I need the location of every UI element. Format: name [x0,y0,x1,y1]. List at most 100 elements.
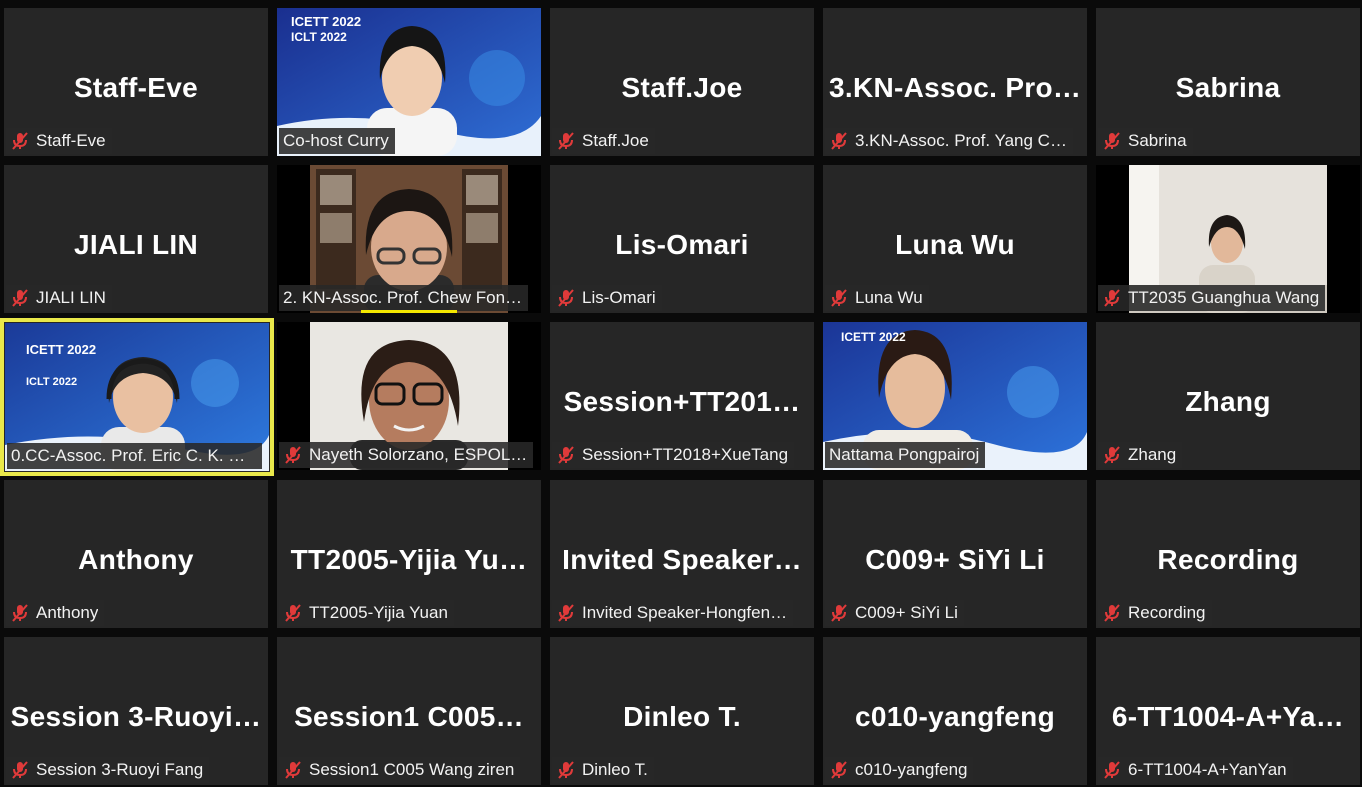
participant-name-bar: Session1 C005 Wang ziren [279,757,521,783]
participant-display-name: JIALI LIN [73,229,199,260]
participant-name: Sabrina [1128,131,1187,150]
participant-tile[interactable]: Invited Speaker… Invited Speaker-Hongfen… [550,480,814,628]
mic-muted-icon [831,132,847,150]
mic-muted-icon [558,132,574,150]
participant-name: TT2005-Yijia Yuan [309,603,448,622]
participant-name-bar: 2. KN-Assoc. Prof. Chew Fon… [279,285,529,311]
participant-tile[interactable]: ICETT 2022 ICLT 2022 Co-host Curry [277,8,541,156]
participant-display-name: TT2005-Yijia Yu… [290,544,528,575]
participant-tile[interactable]: Anthony Anthony [4,480,268,628]
participant-tile[interactable]: TT2035 Guanghua Wang [1096,165,1360,313]
participant-name: Nattama Pongpairoj [829,445,980,464]
participant-display-name: Session+TT201… [563,386,801,417]
mic-muted-icon [285,446,301,464]
mic-muted-icon [12,132,28,150]
participant-tile[interactable]: 6-TT1004-A+Ya… 6-TT1004-A+YanYan [1096,637,1360,785]
participant-display-name: 6-TT1004-A+Ya… [1111,701,1345,732]
participant-display-name: 3.KN-Assoc. Pro… [829,72,1082,103]
mic-muted-icon [12,289,28,307]
participant-tile[interactable]: Session1 C005… Session1 C005 Wang ziren [277,637,541,785]
participant-name-bar: Nayeth Solorzano, ESPOL… [279,442,534,468]
participant-display-name: Invited Speaker… [562,544,802,575]
banner-title-2: ICLT 2022 [26,376,78,388]
participant-name-bar: c010-yangfeng [825,757,974,783]
participant-name: Session+TT2018+XueTang [582,445,789,464]
participant-name-bar: Session+TT2018+XueTang [552,442,795,468]
participant-name-bar: Staff-Eve [6,128,112,154]
participant-display-name: Session1 C005… [294,701,524,732]
participant-display-name: c010-yangfeng [855,701,1055,732]
participant-name: Invited Speaker-Hongfen… [582,603,788,622]
banner-title-1: ICETT 2022 [841,330,906,344]
mic-muted-icon [1104,446,1120,464]
participant-name: Luna Wu [855,288,923,307]
mic-muted-icon [1104,604,1120,622]
mic-muted-icon [1104,289,1120,307]
participant-tile[interactable]: Session+TT201… Session+TT2018+XueTang [550,322,814,470]
mic-muted-icon [1104,761,1120,779]
participant-tile[interactable]: Luna Wu Luna Wu [823,165,1087,313]
participant-name-bar: TT2005-Yijia Yuan [279,600,454,626]
participant-name: 0.CC-Assoc. Prof. Eric C. K. C… [11,446,256,465]
participant-tile[interactable]: Staff-Eve Staff-Eve [4,8,268,156]
participant-tile[interactable]: c010-yangfeng c010-yangfeng [823,637,1087,785]
participant-tile[interactable]: 3.KN-Assoc. Pro… 3.KN-Assoc. Prof. Yang … [823,8,1087,156]
participant-tile[interactable]: 2. KN-Assoc. Prof. Chew Fon… [277,165,541,313]
mic-muted-icon [1104,132,1120,150]
mic-muted-icon [12,761,28,779]
participant-tile[interactable]: Recording Recording [1096,480,1360,628]
participant-name: c010-yangfeng [855,760,968,779]
participant-name-bar: Sabrina [1098,128,1193,154]
participant-name: Anthony [36,603,99,622]
participant-tile[interactable]: Dinleo T. Dinleo T. [550,637,814,785]
participant-tile[interactable]: JIALI LIN JIALI LIN [4,165,268,313]
participant-name-bar: Recording [1098,600,1212,626]
mic-muted-icon [12,604,28,622]
participant-name-bar: C009+ SiYi Li [825,600,964,626]
participant-name-bar: Staff.Joe [552,128,655,154]
participant-tile[interactable]: TT2005-Yijia Yu… TT2005-Yijia Yuan [277,480,541,628]
participant-name: Session1 C005 Wang ziren [309,760,515,779]
participant-name-bar: Luna Wu [825,285,929,311]
mic-muted-icon [831,604,847,622]
participant-tile[interactable]: Zhang Zhang [1096,322,1360,470]
participant-name: C009+ SiYi Li [855,603,958,622]
participant-name-bar: Dinleo T. [552,757,654,783]
participant-tile-active-speaker[interactable]: ICETT 2022 ICLT 2022 0.CC-Assoc. Prof. E… [0,318,274,476]
participant-display-name: Session 3-Ruoyi… [10,701,262,732]
participant-tile[interactable]: ICETT 2022 Nattama Pongpairoj [823,322,1087,470]
participant-tile[interactable]: Lis-Omari Lis-Omari [550,165,814,313]
participant-name-bar: 0.CC-Assoc. Prof. Eric C. K. C… [7,443,262,469]
participant-tile[interactable]: Nayeth Solorzano, ESPOL… [277,322,541,470]
banner-title-1: ICETT 2022 [26,342,97,357]
speaking-indicator [361,310,457,313]
participant-tile[interactable]: Sabrina Sabrina [1096,8,1360,156]
participant-name: Recording [1128,603,1206,622]
mic-muted-icon [558,604,574,622]
participant-tile[interactable]: Session 3-Ruoyi… Session 3-Ruoyi Fang [4,637,268,785]
participant-name: Lis-Omari [582,288,656,307]
participant-name: Zhang [1128,445,1177,464]
participant-name: 6-TT1004-A+YanYan [1128,760,1287,779]
participant-display-name: Lis-Omari [615,229,749,260]
participant-display-name: Zhang [1185,386,1271,417]
participant-name: Co-host Curry [283,131,389,150]
banner-title-2: ICLT 2022 [291,30,347,44]
participant-name-bar: Zhang [1098,442,1183,468]
mic-muted-icon [558,446,574,464]
participant-display-name: Staff-Eve [73,72,199,103]
mic-muted-icon [558,289,574,307]
participant-name: TT2035 Guanghua Wang [1128,288,1320,307]
participant-name-bar: Co-host Curry [279,128,395,154]
participant-tile[interactable]: Staff.Joe Staff.Joe [550,8,814,156]
mic-muted-icon [831,289,847,307]
participant-display-name: C009+ SiYi Li [865,544,1045,575]
participant-name: Session 3-Ruoyi Fang [36,760,204,779]
participant-tile[interactable]: C009+ SiYi Li C009+ SiYi Li [823,480,1087,628]
mic-muted-icon [285,761,301,779]
participant-name: Staff-Eve [36,131,106,150]
participant-display-name: Recording [1157,544,1299,575]
participant-name: Nayeth Solorzano, ESPOL… [309,445,528,464]
participant-name-bar: JIALI LIN [6,285,112,311]
participant-display-name: Luna Wu [895,229,1015,260]
